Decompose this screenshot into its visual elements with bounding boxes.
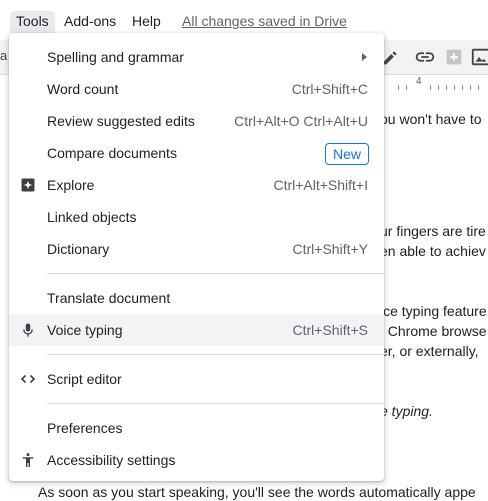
menu-item-shortcut: Ctrl+Alt+O Ctrl+Alt+U xyxy=(234,113,368,129)
menu-item-label: Linked objects xyxy=(47,209,137,225)
menu-item-accessibility-settings[interactable]: Accessibility settings xyxy=(9,444,384,476)
menu-item-word-count[interactable]: Word count Ctrl+Shift+C xyxy=(9,73,384,105)
menu-item-label: Translate document xyxy=(47,290,171,306)
menu-item-compare-documents[interactable]: Compare documents New xyxy=(9,137,384,169)
menu-item-dictionary[interactable]: Dictionary Ctrl+Shift+Y xyxy=(9,233,384,265)
menu-item-spelling-and-grammar[interactable]: Spelling and grammar xyxy=(9,41,384,73)
explore-icon xyxy=(21,178,35,192)
menu-divider xyxy=(47,403,384,404)
menu-item-voice-typing[interactable]: Voice typing Ctrl+Shift+S xyxy=(9,314,384,346)
menu-item-label: Review suggested edits xyxy=(47,113,195,129)
menu-item-translate-document[interactable]: Translate document xyxy=(9,282,384,314)
document-text: . Chrome browse xyxy=(380,323,487,339)
new-badge: New xyxy=(324,143,369,165)
microphone-icon xyxy=(23,323,33,337)
menu-item-shortcut: Ctrl+Shift+S xyxy=(292,322,368,338)
image-icon[interactable] xyxy=(470,46,488,68)
menu-item-label: Script editor xyxy=(47,371,122,387)
menu-addons[interactable]: Add-ons xyxy=(58,11,122,31)
menu-item-label: Explore xyxy=(47,177,95,193)
document-text: en able to achiev xyxy=(380,243,486,259)
menu-item-label: Word count xyxy=(47,81,119,97)
menu-item-label: Voice typing xyxy=(47,322,123,338)
link-icon[interactable] xyxy=(414,46,436,68)
menu-divider xyxy=(47,354,384,355)
menu-item-review-suggested-edits[interactable]: Review suggested edits Ctrl+Alt+O Ctrl+A… xyxy=(9,105,384,137)
submenu-arrow-icon xyxy=(362,53,367,61)
ruler-number: 4 xyxy=(416,76,422,87)
menubar-edge-glyph: : xyxy=(0,11,1,27)
menu-item-label: Dictionary xyxy=(47,241,110,257)
menu-item-label: Preferences xyxy=(47,420,123,436)
menu-item-script-editor[interactable]: Script editor xyxy=(9,363,384,395)
document-text: ur fingers are tire xyxy=(380,223,486,239)
menu-item-shortcut: Ctrl+Alt+Shift+I xyxy=(273,177,368,193)
menu-item-shortcut: Ctrl+Shift+C xyxy=(291,81,368,97)
document-text: ou won't have to xyxy=(380,111,482,127)
menu-divider xyxy=(47,273,384,274)
toolbar-fragment: a xyxy=(0,48,8,63)
tools-menu: Spelling and grammar Word count Ctrl+Shi… xyxy=(9,33,384,481)
menu-item-shortcut: Ctrl+Shift+Y xyxy=(292,241,368,257)
document-text: er, or externally, xyxy=(380,343,479,359)
menu-item-linked-objects[interactable]: Linked objects xyxy=(9,201,384,233)
menu-item-preferences[interactable]: Preferences xyxy=(9,412,384,444)
code-icon xyxy=(20,374,36,384)
document-text: e typing. xyxy=(380,403,433,419)
menu-item-label: Spelling and grammar xyxy=(47,49,184,65)
menu-item-label: Accessibility settings xyxy=(47,452,176,468)
menu-item-explore[interactable]: Explore Ctrl+Alt+Shift+I xyxy=(9,169,384,201)
menu-item-label: Compare documents xyxy=(47,145,177,161)
document-text: As soon as you start speaking, you'll se… xyxy=(38,484,476,500)
insert-comment-icon[interactable] xyxy=(443,46,465,68)
document-text: ice typing feature xyxy=(380,303,487,319)
accessibility-icon xyxy=(22,453,34,467)
save-status-link[interactable]: All changes saved in Drive xyxy=(182,11,347,31)
menu-help[interactable]: Help xyxy=(126,11,167,31)
